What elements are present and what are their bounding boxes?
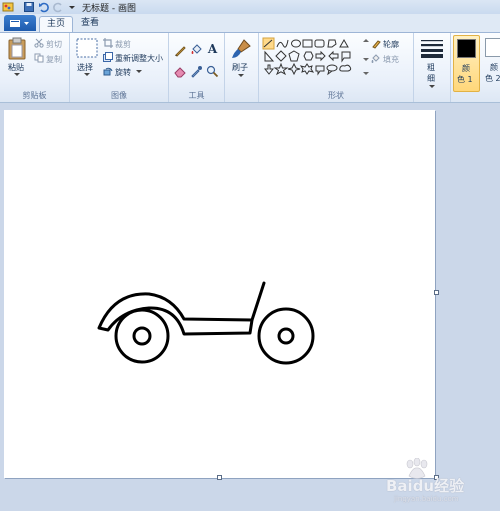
copy-button[interactable]: 复制 [46,54,62,65]
drawing-canvas[interactable] [4,110,435,478]
paste-dropdown-icon[interactable] [14,73,20,77]
color-1-label-line1: 颜 [462,64,470,73]
baidu-watermark: Baidu经验 jingyan.baidu.com [384,458,496,506]
paste-label[interactable]: 粘贴 [8,62,24,73]
select-label[interactable]: 选择 [77,62,93,73]
crop-icon [103,38,113,48]
paint-menu-button[interactable] [4,15,36,31]
magnifier-icon[interactable] [206,65,219,78]
color-1-label-line2: 色 1 [457,75,473,84]
tab-view[interactable]: 查看 [74,16,106,31]
resize-handle-right[interactable] [434,290,439,295]
shapes-gallery[interactable] [262,37,366,77]
eraser-icon[interactable] [174,65,187,78]
size-group: 粗 细 [414,33,451,102]
brushes-dropdown-icon[interactable] [238,74,244,78]
size-label-line1[interactable]: 粗 [427,62,435,73]
pencil-icon[interactable] [174,44,187,57]
fill-icon [371,54,380,63]
redo-icon[interactable] [52,1,64,13]
rotate-dropdown-icon[interactable] [136,70,142,74]
rotate-icon [103,67,113,76]
select-icon[interactable] [76,38,98,58]
copy-icon [34,53,44,63]
tools-group-label: 工具 [188,91,205,100]
crop-button[interactable]: 裁剪 [115,39,131,50]
clipboard-group-label: 剪贴板 [22,91,47,100]
select-dropdown-icon[interactable] [84,73,90,77]
resize-icon [103,52,113,62]
qat-dropdown-icon[interactable] [66,1,78,13]
shapes-group-label: 形状 [328,91,344,100]
rear-hub [132,326,152,346]
color-1-button[interactable]: 颜 色 1 [453,35,480,92]
size-label-line2[interactable]: 细 [427,73,435,84]
resize-button[interactable]: 重新调整大小 [115,53,163,64]
menu-icon [10,20,29,27]
fill-button[interactable]: 填充 [383,54,399,65]
window-title: 无标题 - 画图 [82,4,136,14]
color-2-button[interactable]: 颜 色 2 [482,35,500,90]
rear-wheel [114,308,170,364]
watermark-url: jingyan.baidu.com [394,495,459,503]
outline-button[interactable]: 轮廓 [383,39,399,50]
color-1-swatch [457,39,476,58]
color-picker-icon[interactable] [190,65,203,78]
ribbon-tab-row: 主页 查看 [0,14,500,33]
title-bar: 无标题 - 画图 [0,0,500,15]
image-group: 选择 裁剪 重新调整大小 旋转 图像 [70,33,169,102]
ribbon: 粘贴 剪切 复制 剪贴板 选择 裁剪 重新调整大小 旋转 图像 A 工具 刷子 … [0,33,500,103]
scissors-icon [34,38,44,48]
save-icon[interactable] [23,1,35,13]
outline-icon [372,40,381,49]
paint-app-icon[interactable] [2,1,14,13]
image-group-label: 图像 [111,91,127,100]
watermark-text: Baidu经验 [386,477,465,495]
color-2-swatch [485,38,500,57]
fill-bucket-icon[interactable] [190,44,203,57]
brushes-label[interactable]: 刷子 [232,62,248,73]
windshield-line [250,281,266,322]
workspace [0,103,500,511]
cut-button[interactable]: 剪切 [46,39,62,50]
front-wheel [257,307,315,365]
resize-handle-bottom[interactable] [217,475,222,480]
text-tool-button[interactable]: A [206,42,219,56]
brush-icon[interactable] [230,38,252,60]
tools-group: A 工具 [169,33,225,102]
car-drawing [97,281,315,365]
clipboard-group: 粘贴 剪切 复制 剪贴板 [0,33,70,102]
shapes-group: 轮廓 填充 形状 [259,33,414,102]
brushes-group: 刷子 [225,33,259,102]
color-2-label-line1: 颜 [490,63,498,72]
shapes-scroll-icon[interactable] [363,38,369,78]
color-2-label-line2: 色 2 [485,74,500,83]
line-width-icon[interactable] [420,38,444,58]
tab-home[interactable]: 主页 [39,16,73,32]
car-body [97,292,254,336]
paste-icon[interactable] [7,37,29,61]
size-dropdown-icon[interactable] [429,85,435,89]
undo-icon[interactable] [38,1,50,13]
front-hub [277,327,295,345]
rotate-button[interactable]: 旋转 [115,67,131,78]
